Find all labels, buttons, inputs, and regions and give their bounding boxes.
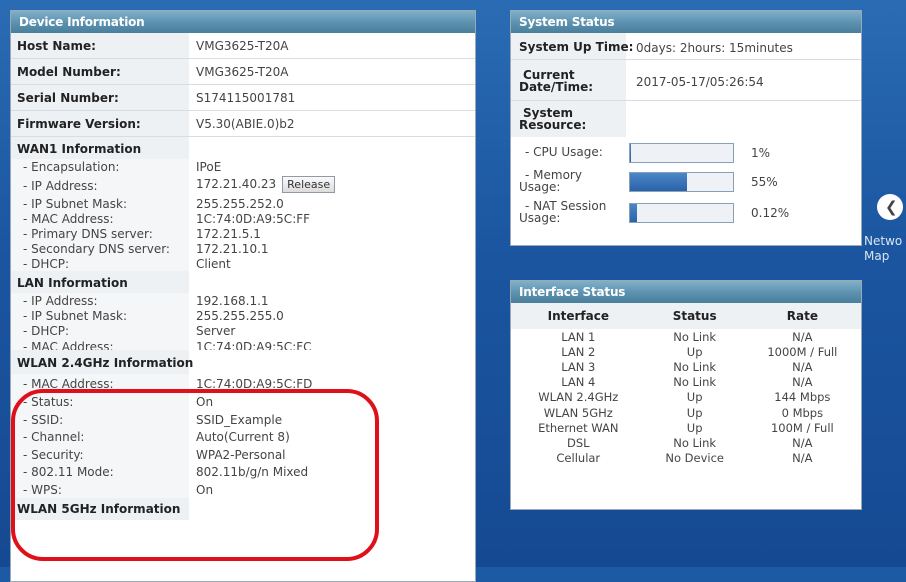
firmware-version-value: V5.30(ABIE.0)b2 xyxy=(196,117,295,131)
cpu-usage-row: - CPU Usage: 1% xyxy=(511,137,851,167)
nat-session-fill xyxy=(630,204,637,222)
firmware-version-label: Firmware Version: xyxy=(17,117,141,131)
memory-usage-row: - Memory Usage: 55% xyxy=(511,166,851,196)
serial-number-value: S174115001781 xyxy=(196,91,296,105)
table-row: Ethernet WAN Up 100M / Full xyxy=(538,420,834,435)
uptime-row: System Up Time: 0days: 2hours: 15minutes xyxy=(511,33,861,60)
network-map-label-1[interactable]: Netwo xyxy=(864,234,902,248)
lan-mac-address-row: - MAC Address: 1C:74:0D:A9:5C:FC xyxy=(11,338,475,350)
wan-encapsulation-row: - Encapsulation: IPoE xyxy=(11,159,475,174)
wan-ip-address-value: 172.21.40.23 xyxy=(196,177,277,191)
lan-subnet-mask-row: - IP Subnet Mask: 255.255.255.0 xyxy=(11,308,475,323)
interface-status-header: Interface Status xyxy=(511,281,861,303)
model-number-value: VMG3625-T20A xyxy=(196,65,289,79)
network-map-toggle[interactable]: ❮ xyxy=(877,194,903,220)
lan-dhcp-row: - DHCP: Server xyxy=(11,323,475,338)
interface-table-header-row: Interface Status Rate xyxy=(511,303,861,329)
interface-column-header: Interface xyxy=(511,303,646,329)
status-column-header: Status xyxy=(645,303,744,329)
chevron-left-icon: ❮ xyxy=(885,198,898,216)
cpu-usage-value: 1% xyxy=(751,146,771,160)
resource-row: System Resource: xyxy=(511,101,861,137)
model-number-row: Model Number: VMG3625-T20A xyxy=(11,59,475,85)
cpu-usage-bar xyxy=(629,143,734,163)
datetime-label-2: Date/Time: xyxy=(519,80,594,94)
interface-status-table: Interface Status Rate LAN 1 No Link N/A LA… xyxy=(511,303,861,466)
cpu-usage-fill xyxy=(630,144,632,162)
wan-ip-address-row: - IP Address: 172.21.40.23 Release xyxy=(11,174,475,196)
device-information-header: Device Information xyxy=(11,11,475,33)
table-row: Cellular No Device N/A xyxy=(556,451,813,466)
wan-secondary-dns-row: - Secondary DNS server: 172.21.10.1 xyxy=(11,241,475,256)
host-name-row: Host Name: VMG3625-T20A xyxy=(11,33,475,59)
memory-usage-label-2: Usage: xyxy=(519,180,561,194)
interface-status-panel: Interface Status Interface Status Rate L… xyxy=(510,280,862,510)
memory-usage-value: 55% xyxy=(751,175,778,189)
table-row: WLAN 5GHz Up 0 Mbps xyxy=(543,405,824,420)
uptime-label: System Up Time: xyxy=(519,40,634,54)
memory-usage-fill xyxy=(630,173,687,191)
firmware-version-row: Firmware Version: V5.30(ABIE.0)b2 xyxy=(11,111,475,137)
datetime-row: Current Date/Time: 2017-05-17/05:26:54 xyxy=(511,60,861,101)
host-name-value: VMG3625-T20A xyxy=(196,39,289,53)
release-button[interactable]: Release xyxy=(282,176,336,193)
datetime-value: 2017-05-17/05:26:54 xyxy=(636,75,764,89)
wan-subnet-mask-row: - IP Subnet Mask: 255.255.252.0 xyxy=(11,196,475,211)
lan-section-title: LAN Information xyxy=(11,271,475,293)
resource-label-2: Resource: xyxy=(519,118,587,132)
memory-usage-bar xyxy=(629,172,734,192)
lan-ip-address-row: - IP Address: 192.168.1.1 xyxy=(11,293,475,308)
table-row: LAN 2 Up 1000M / Full xyxy=(561,344,838,359)
rate-column-header: Rate xyxy=(743,303,861,329)
system-status-header: System Status xyxy=(511,11,861,33)
highlight-oval xyxy=(11,389,379,561)
table-row: LAN 3 No Link N/A xyxy=(561,359,813,374)
wan-primary-dns-row: - Primary DNS server: 172.21.5.1 xyxy=(11,226,475,241)
nat-session-bar xyxy=(629,203,734,223)
host-name-label: Host Name: xyxy=(17,39,96,53)
nat-session-value: 0.12% xyxy=(751,206,790,220)
wan-dhcp-row: - DHCP: Client xyxy=(11,256,475,271)
table-row: WLAN 2.4GHz Up 144 Mbps xyxy=(538,390,831,405)
table-row: LAN 4 No Link N/A xyxy=(561,375,813,390)
table-row: LAN 1 No Link N/A xyxy=(561,329,813,344)
uptime-value: 0days: 2hours: 15minutes xyxy=(636,41,793,55)
wan1-section-title: WAN1 Information xyxy=(11,137,475,159)
wan-mac-address-row: - MAC Address: 1C:74:0D:A9:5C:FF xyxy=(11,211,475,226)
serial-number-row: Serial Number: S174115001781 xyxy=(11,85,475,111)
wlan24-section-title: WLAN 2.4GHz Information xyxy=(11,350,475,374)
network-map-label-2[interactable]: Map xyxy=(864,249,889,263)
nat-session-row: - NAT Session Usage: 0.12% xyxy=(511,197,851,227)
cpu-usage-label: - CPU Usage: xyxy=(525,145,603,159)
table-row: DSL No Link N/A xyxy=(567,435,813,450)
model-number-label: Model Number: xyxy=(17,65,121,79)
serial-number-label: Serial Number: xyxy=(17,91,119,105)
system-status-panel: System Status System Up Time: 0days: 2ho… xyxy=(510,10,862,246)
nat-session-label-2: Usage: xyxy=(519,211,561,225)
